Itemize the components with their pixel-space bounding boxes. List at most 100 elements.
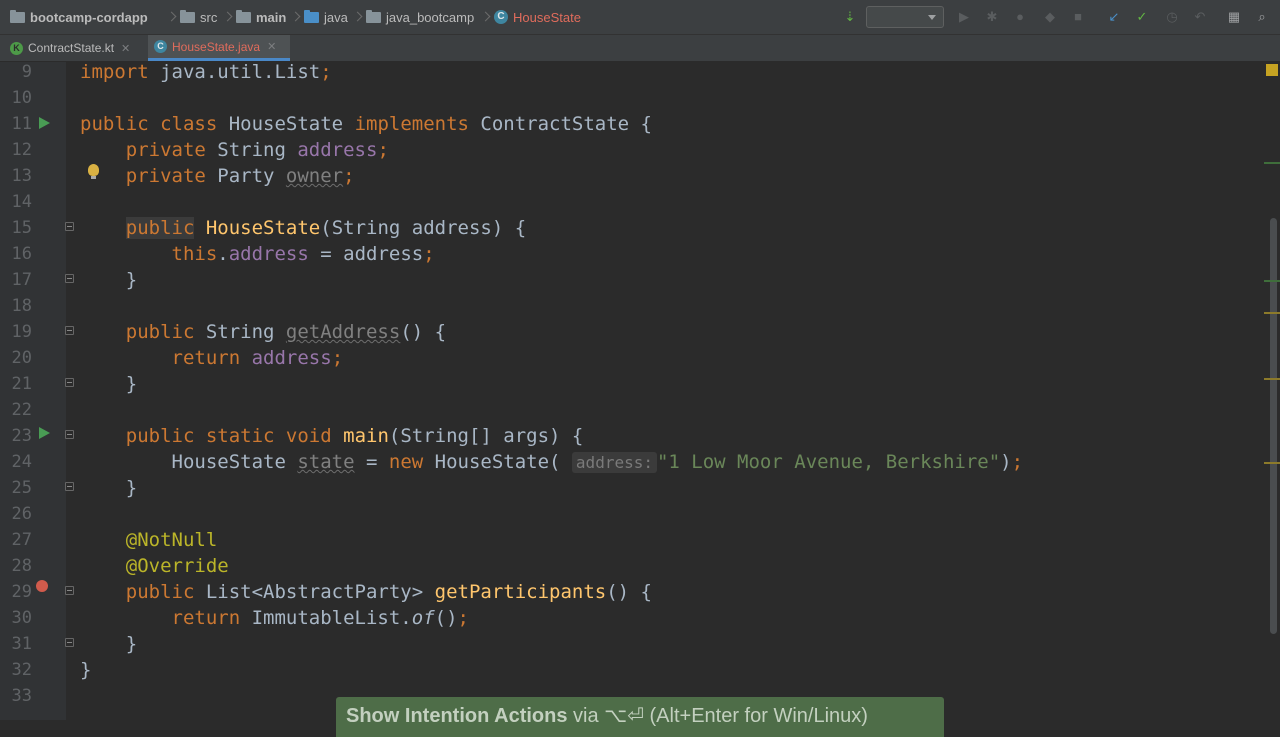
code-line-25: } bbox=[80, 477, 138, 499]
breadcrumb-class[interactable]: C HouseState bbox=[494, 0, 581, 34]
code-line-30: return ImmutableList.of(); bbox=[171, 607, 469, 629]
folder-icon bbox=[236, 9, 251, 23]
line-number: 25 bbox=[11, 478, 32, 498]
code-line-16: this.address = address; bbox=[171, 243, 435, 265]
run-configuration-select[interactable] bbox=[866, 6, 944, 28]
search-everywhere-icon[interactable]: ⌕ bbox=[1254, 9, 1270, 25]
editor-tabs: K ContractState.kt ✕ C HouseState.java ✕ bbox=[0, 35, 1280, 62]
line-number: 29 bbox=[11, 582, 32, 602]
line-number: 14 bbox=[11, 192, 32, 212]
line-number: 33 bbox=[11, 686, 32, 706]
code-line-28: @Override bbox=[125, 555, 229, 577]
close-icon[interactable]: ✕ bbox=[121, 42, 130, 55]
line-number: 13 bbox=[11, 166, 32, 186]
line-number: 27 bbox=[11, 530, 32, 550]
breadcrumb-main[interactable]: main bbox=[236, 0, 286, 34]
breadcrumb-package[interactable]: java_bootcamp bbox=[366, 0, 474, 34]
source-folder-icon bbox=[304, 9, 319, 23]
code-line-17: } bbox=[80, 269, 138, 291]
code-line-24: HouseState state = new HouseState( addre… bbox=[80, 451, 1024, 473]
vcs-commit-icon[interactable]: ✓ bbox=[1134, 9, 1150, 25]
tab-housestate-java[interactable]: C HouseState.java ✕ bbox=[148, 35, 290, 61]
line-number: 11 bbox=[11, 114, 32, 134]
editor-scrollbar[interactable] bbox=[1264, 62, 1280, 720]
parameter-hint: address: bbox=[571, 452, 657, 473]
chevron-down-icon bbox=[928, 15, 936, 20]
line-number: 10 bbox=[11, 88, 32, 108]
package-icon bbox=[366, 9, 381, 23]
vcs-history-icon[interactable]: ◷ bbox=[1164, 9, 1180, 25]
breadcrumb-java[interactable]: java bbox=[304, 0, 348, 34]
breadcrumb-separator bbox=[292, 11, 298, 23]
fold-icon[interactable] bbox=[65, 326, 74, 335]
line-number: 22 bbox=[11, 400, 32, 420]
revert-icon[interactable]: ↶ bbox=[1192, 9, 1208, 25]
run-main-gutter-icon[interactable] bbox=[39, 427, 50, 439]
line-number: 26 bbox=[11, 504, 32, 524]
line-number: 24 bbox=[11, 452, 32, 472]
project-folder-icon bbox=[10, 9, 25, 23]
line-number: 21 bbox=[11, 374, 32, 394]
java-class-icon: C bbox=[154, 40, 167, 53]
breadcrumb-project[interactable]: bootcamp-cordapp bbox=[10, 0, 148, 34]
fold-icon[interactable] bbox=[65, 274, 74, 283]
line-number: 16 bbox=[11, 244, 32, 264]
code-line-31: } bbox=[80, 633, 138, 655]
change-marker[interactable] bbox=[1264, 162, 1280, 164]
line-number: 32 bbox=[11, 660, 32, 680]
code-line-15: public HouseState(String address) { bbox=[125, 217, 527, 239]
line-number: 31 bbox=[11, 634, 32, 654]
line-number: 9 bbox=[21, 62, 32, 82]
line-number: 19 bbox=[11, 322, 32, 342]
fold-icon[interactable] bbox=[65, 482, 74, 491]
tab-contractstate-kt[interactable]: K ContractState.kt ✕ bbox=[4, 35, 146, 61]
java-class-icon: C bbox=[494, 10, 508, 24]
change-marker[interactable] bbox=[1264, 280, 1280, 282]
fold-icon[interactable] bbox=[65, 586, 74, 595]
fold-icon[interactable] bbox=[65, 430, 74, 439]
line-number: 23 bbox=[11, 426, 32, 446]
code-line-19: public String getAddress() { bbox=[125, 321, 447, 343]
intention-actions-tip-banner: Show Intention Actions via ⌥⏎ (Alt+Enter… bbox=[336, 697, 944, 737]
code-line-27: @NotNull bbox=[125, 529, 218, 551]
breadcrumb-src[interactable]: src bbox=[180, 0, 217, 34]
code-line-13: private Party owner; bbox=[125, 165, 355, 187]
kotlin-file-icon: K bbox=[10, 41, 23, 55]
close-icon[interactable]: ✕ bbox=[267, 40, 276, 53]
build-icon[interactable]: ⇣ bbox=[842, 9, 858, 25]
code-line-9: import java.util.List; bbox=[80, 61, 332, 83]
debug-icon[interactable]: ✱ bbox=[984, 9, 1000, 25]
line-number: 30 bbox=[11, 608, 32, 628]
navigation-bar: bootcamp-cordapp src main java java_boot… bbox=[0, 0, 1280, 35]
breadcrumb-separator bbox=[168, 11, 174, 23]
fold-icon[interactable] bbox=[65, 378, 74, 387]
warning-marker[interactable] bbox=[1264, 312, 1280, 314]
code-line-23: public static void main(String[] args) { bbox=[125, 425, 584, 447]
fold-icon[interactable] bbox=[65, 222, 74, 231]
breadcrumb-separator bbox=[354, 11, 360, 23]
code-line-12: private String address; bbox=[125, 139, 389, 161]
fold-icon[interactable] bbox=[65, 638, 74, 647]
editor-gutter[interactable]: 9 10 11 12 13 14 15 16 17 18 19 20 21 22… bbox=[0, 62, 74, 720]
line-number: 18 bbox=[11, 296, 32, 316]
line-number: 17 bbox=[11, 270, 32, 290]
warning-indicator-icon[interactable] bbox=[1266, 64, 1278, 76]
code-line-21: } bbox=[80, 373, 138, 395]
profile-icon[interactable]: ◆ bbox=[1042, 9, 1058, 25]
code-editor[interactable]: 9 10 11 12 13 14 15 16 17 18 19 20 21 22… bbox=[0, 61, 1280, 720]
run-class-gutter-icon[interactable] bbox=[39, 117, 50, 129]
breadcrumb-separator bbox=[224, 11, 230, 23]
stop-icon[interactable]: ■ bbox=[1070, 9, 1086, 25]
vcs-update-icon[interactable]: ↙ bbox=[1106, 9, 1122, 25]
line-number: 20 bbox=[11, 348, 32, 368]
coverage-icon[interactable]: ● bbox=[1012, 9, 1028, 25]
code-line-32: } bbox=[80, 659, 92, 681]
warning-marker[interactable] bbox=[1264, 462, 1280, 464]
warning-marker[interactable] bbox=[1264, 378, 1280, 380]
code-line-20: return address; bbox=[171, 347, 344, 369]
run-icon[interactable]: ▶ bbox=[956, 9, 972, 25]
implements-method-gutter-icon[interactable] bbox=[36, 580, 48, 592]
project-structure-icon[interactable]: ▦ bbox=[1226, 9, 1242, 25]
line-number: 28 bbox=[11, 556, 32, 576]
code-line-29: public List<AbstractParty> getParticipan… bbox=[125, 581, 652, 603]
